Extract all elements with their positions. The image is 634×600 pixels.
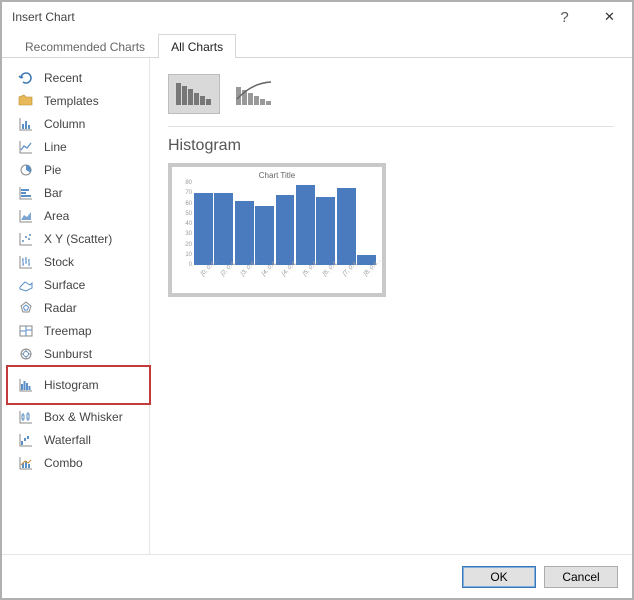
histogram-subtype-icon	[174, 79, 214, 109]
chart-ytick: 60	[178, 201, 192, 207]
cancel-button[interactable]: Cancel	[544, 566, 618, 588]
tab-label: Recommended Charts	[25, 40, 145, 54]
sidebar-item-column[interactable]: Column	[2, 112, 149, 135]
chart-subtype-row	[168, 74, 614, 114]
sidebar-item-label: Templates	[44, 94, 99, 108]
radar-icon	[18, 300, 34, 316]
sidebar-item-recent[interactable]: Recent	[2, 66, 149, 89]
screenshot-frame: Insert Chart ? ✕ Recommended Charts All …	[0, 0, 634, 600]
sidebar-item-waterfall[interactable]: Waterfall	[2, 428, 149, 451]
tab-all-charts[interactable]: All Charts	[158, 34, 236, 58]
sidebar-item-label: Recent	[44, 71, 82, 85]
ok-button[interactable]: OK	[462, 566, 536, 588]
sidebar-item-stock[interactable]: Stock	[2, 250, 149, 273]
subtype-histogram[interactable]	[168, 74, 220, 114]
dialog-content: Recent Templates Column Line Pie Bar	[2, 58, 632, 554]
sidebar-item-sunburst[interactable]: Sunburst	[2, 342, 149, 365]
chart-ytick: 40	[178, 221, 192, 227]
sidebar-item-label: Sunburst	[44, 347, 92, 361]
sidebar-item-xy-scatter[interactable]: X Y (Scatter)	[2, 227, 149, 250]
scatter-icon	[18, 231, 34, 247]
chart-type-sidebar: Recent Templates Column Line Pie Bar	[2, 58, 150, 554]
button-label: Cancel	[562, 570, 599, 584]
sidebar-item-radar[interactable]: Radar	[2, 296, 149, 319]
tab-bar: Recommended Charts All Charts	[2, 32, 632, 58]
chart-ytick: 80	[178, 180, 192, 186]
sunburst-icon	[18, 346, 34, 362]
chart-preview-thumbnail[interactable]: Chart Title 01020304050607080[0, 0.4…[2,…	[168, 163, 386, 297]
chart-ytick: 70	[178, 190, 192, 196]
tab-recommended-charts[interactable]: Recommended Charts	[12, 34, 158, 58]
subtype-title: Histogram	[168, 137, 614, 155]
pie-icon	[18, 162, 34, 178]
help-button[interactable]: ?	[542, 2, 587, 32]
sidebar-item-label: Box & Whisker	[44, 410, 123, 424]
button-label: OK	[490, 570, 507, 584]
chart-bar	[276, 195, 295, 265]
sidebar-item-area[interactable]: Area	[2, 204, 149, 227]
chart-ytick: 20	[178, 242, 192, 248]
sidebar-item-label: Line	[44, 140, 67, 154]
chart-bar	[194, 193, 213, 265]
area-icon	[18, 208, 34, 224]
chart-ytick: 30	[178, 231, 192, 237]
line-icon	[18, 139, 34, 155]
chart-bar	[337, 188, 356, 265]
help-icon: ?	[560, 9, 568, 26]
waterfall-icon	[18, 432, 34, 448]
divider	[168, 126, 614, 127]
sidebar-item-pie[interactable]: Pie	[2, 158, 149, 181]
sidebar-item-label: Pie	[44, 163, 61, 177]
chart-ytick: 50	[178, 211, 192, 217]
chart-bar	[316, 197, 335, 265]
histogram-icon	[18, 377, 34, 393]
dialog-title: Insert Chart	[12, 10, 75, 24]
sidebar-item-label: Combo	[44, 456, 83, 470]
sidebar-item-box-whisker[interactable]: Box & Whisker	[2, 405, 149, 428]
stock-icon	[18, 254, 34, 270]
recent-icon	[18, 70, 34, 86]
chart-ytick: 0	[178, 262, 192, 268]
chart-bar	[255, 206, 274, 265]
chart-ytick: 10	[178, 252, 192, 258]
box-whisker-icon	[18, 409, 34, 425]
treemap-icon	[18, 323, 34, 339]
tab-label: All Charts	[171, 40, 223, 54]
sidebar-item-label: Bar	[44, 186, 63, 200]
subtype-pareto[interactable]	[228, 74, 280, 114]
sidebar-item-label: Radar	[44, 301, 77, 315]
surface-icon	[18, 277, 34, 293]
sidebar-item-treemap[interactable]: Treemap	[2, 319, 149, 342]
chart-preview-title: Chart Title	[176, 171, 378, 180]
sidebar-item-label: Stock	[44, 255, 74, 269]
column-icon	[18, 116, 34, 132]
sidebar-item-bar[interactable]: Bar	[2, 181, 149, 204]
chart-bar	[214, 193, 233, 265]
sidebar-item-label: Surface	[44, 278, 85, 292]
sidebar-item-templates[interactable]: Templates	[2, 89, 149, 112]
sidebar-item-line[interactable]: Line	[2, 135, 149, 158]
titlebar: Insert Chart ? ✕	[2, 2, 632, 32]
sidebar-item-label: X Y (Scatter)	[44, 232, 112, 246]
sidebar-item-label: Area	[44, 209, 69, 223]
sidebar-item-label: Treemap	[44, 324, 92, 338]
templates-icon	[18, 93, 34, 109]
close-button[interactable]: ✕	[587, 2, 632, 32]
chart-preview-plot: 01020304050607080[0, 0.4…[2, 0.4…[3, 0.4…	[194, 183, 376, 265]
pareto-subtype-icon	[234, 79, 274, 109]
chart-bar	[296, 185, 315, 265]
insert-chart-dialog: Insert Chart ? ✕ Recommended Charts All …	[2, 2, 632, 598]
sidebar-item-label: Waterfall	[44, 433, 91, 447]
sidebar-item-histogram[interactable]: Histogram	[6, 365, 151, 405]
combo-icon	[18, 455, 34, 471]
dialog-footer: OK Cancel	[2, 554, 632, 598]
sidebar-item-label: Column	[44, 117, 85, 131]
sidebar-item-surface[interactable]: Surface	[2, 273, 149, 296]
bar-icon	[18, 185, 34, 201]
close-icon: ✕	[604, 9, 615, 25]
chart-bar	[235, 201, 254, 265]
sidebar-item-combo[interactable]: Combo	[2, 451, 149, 474]
chart-config-panel: Histogram Chart Title 01020304050607080[…	[150, 58, 632, 554]
sidebar-item-label: Histogram	[44, 378, 99, 392]
